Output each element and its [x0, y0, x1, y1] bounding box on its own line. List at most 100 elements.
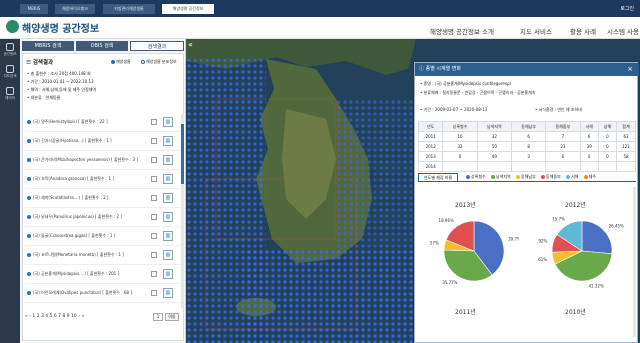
pie-title-2012: 2012년 — [565, 202, 586, 209]
chart-icon[interactable]: ▥ — [163, 231, 173, 241]
top-tab-mbris[interactable]: MBRIS — [20, 4, 48, 14]
legend-item: 서해 — [566, 174, 578, 180]
chart-icon[interactable]: ▥ — [163, 250, 173, 260]
list-item[interactable]: (국) 닭새우(Panulirus japonicus) [ 출현횟수 : 2 … — [25, 209, 181, 227]
info-area: • 해역 : 서해,남해,동해 및 제주 인접해역 — [27, 87, 97, 92]
checkbox[interactable] — [151, 271, 157, 277]
legend-swatch — [566, 175, 571, 179]
checkbox[interactable] — [151, 195, 157, 201]
top-tab-spatial[interactable]: 해양생명 공간정보 — [162, 4, 214, 14]
pie-data-label: 35.77% — [442, 280, 457, 285]
list-item[interactable]: (국) 공분홍게(Mysidopsis... ) [ 출현횟수 : 201 ] ▥ — [25, 266, 181, 284]
chart-icon[interactable]: ▥ — [163, 136, 173, 146]
pie-data-label: 5.57% — [429, 241, 439, 246]
close-icon[interactable]: × — [627, 63, 633, 76]
list-item[interactable]: (국) 긴가시참굴(Hyotissa...) [ 출현횟수 : 1 ] ▥ — [25, 133, 181, 151]
bullet-icon — [27, 215, 31, 219]
checkbox[interactable] — [151, 214, 157, 220]
checkbox[interactable] — [151, 157, 157, 163]
pie-chart-2013: 39.7% 35.77% 5.57% 18.96% — [429, 218, 519, 285]
panel-tabs: MBRIS 검색 OBIS 검색 검색결과 — [22, 41, 184, 51]
pie-data-label: 41.32% — [589, 283, 604, 288]
detail-scrollbar[interactable] — [633, 187, 636, 337]
checkbox[interactable] — [151, 138, 157, 144]
checkbox[interactable] — [151, 119, 157, 125]
gnb-system[interactable]: 시스템 사용 — [607, 26, 639, 36]
list-item[interactable]: (국) 세끼(Scutellastra... ) [ 출현횟수 : 2 ] ▥ — [25, 190, 181, 208]
login-link[interactable]: 로그인 — [620, 5, 634, 12]
bullet-icon — [27, 177, 31, 181]
table-row: 2012 32 50 8 23 39 0 121 — [417, 141, 636, 152]
legend-item: 상록형수 — [466, 174, 486, 180]
gnb-map-service[interactable]: 지도 서비스 — [520, 26, 552, 36]
table-row: 2014 — [417, 161, 636, 172]
tab-mbris-search[interactable]: MBRIS 검색 — [22, 41, 74, 51]
detail-habitat: • 서식환경 : 연안 해 조하대 — [535, 107, 582, 112]
search-icon — [6, 65, 14, 73]
tab-yearly-ratio[interactable]: 연도별 채집 비율 — [418, 173, 458, 182]
detail-species: • 종명 : (국) 공분홍게(Mysidopsis cuntilegeresp… — [420, 81, 512, 86]
list-item[interactable]: (국) 꼬막(Anadara granosa) [ 출현횟수 : 1 ] ▥ — [25, 171, 181, 189]
yearly-table: 년도 상록형수 남색지역 동해남부 동해중부 서해 남해 합계 2011 10 32 6 7 6 0 63 … — [417, 121, 636, 172]
pie-title-2010: 2010년 — [565, 309, 586, 316]
leftbar-layer[interactable]: 레이어 — [1, 84, 19, 105]
leftbar-spatial[interactable]: 공간정보 — [1, 40, 19, 61]
chart-icon[interactable]: ▥ — [163, 212, 173, 222]
top-bar — [0, 0, 640, 17]
chart-icon[interactable]: ▥ — [163, 193, 173, 203]
logo-icon — [6, 20, 19, 33]
radio-marine[interactable]: 해양생물 — [111, 59, 131, 65]
top-tab-biobank[interactable]: 해양바이오뱅크 — [55, 4, 95, 14]
legend-item: 제주 — [583, 174, 596, 180]
checkbox[interactable] — [151, 176, 157, 182]
collapse-panel-icon[interactable]: « — [188, 41, 194, 49]
legend-swatch — [491, 175, 496, 179]
bullet-icon — [27, 272, 31, 276]
layers-icon — [6, 87, 14, 95]
checkbox[interactable] — [151, 252, 157, 258]
gnb-about[interactable]: 해양생명 공간정보 소개 — [430, 26, 494, 36]
search-panel: MBRIS 검색 OBIS 검색 검색결과 ☰ 검색결과 해양생물 해양생물 분… — [20, 39, 186, 343]
list-item[interactable]: (국) 큰가리비(Mizuhopecten yessoensis) [ 출현횟수… — [25, 152, 181, 170]
chart-tabs: 연도별 채집 비율 상록형수 남색지역 동해남부 동해중부 서해 제주 — [418, 173, 636, 182]
species-list: (국) 명주(Hemistylosis) [ 출현횟수 : 22 ] ▥ (국) … — [25, 114, 181, 308]
tab-obis-search[interactable]: OBIS 검색 — [76, 41, 128, 51]
legend-swatch — [583, 175, 588, 179]
list-item[interactable]: (국) 돌굴(Crassostrea gigas) [ 출현횟수 : 1 ] ▥ — [25, 228, 181, 246]
legend-swatch — [466, 175, 470, 179]
bullet-icon — [27, 253, 31, 257]
logo-title[interactable]: 해양생명 공간정보 — [22, 20, 99, 35]
list-item[interactable]: (국) 어린모래게(Ovalipes punctatus) [ 출현횟수 : 6… — [25, 285, 181, 303]
gnb-use-cases[interactable]: 활용 사례 — [570, 26, 596, 36]
pie-data-label: 39.7% — [508, 237, 519, 242]
radio-distribution[interactable]: 해양생물 분포정보 — [141, 59, 177, 65]
chart-icon[interactable]: ▥ — [163, 117, 173, 127]
chart-icon[interactable]: ▥ — [163, 155, 173, 165]
detail-taxonomy: • 분류체계 : 절지동물문 - 연갑강 - 곤쟁이목 - 곤쟁이과 - 공분홍… — [420, 90, 536, 95]
chart-legend: 상록형수 남색지역 동해남부 동해중부 서해 제주 — [466, 174, 600, 180]
top-tab-regional[interactable]: 지방관리해양생물 — [103, 4, 155, 14]
chart-icon[interactable]: ▥ — [163, 174, 173, 184]
bullet-icon — [27, 158, 31, 162]
checkbox[interactable] — [151, 290, 157, 296]
detail-header: ⓘ 종별 시계열 변화 — [415, 63, 639, 76]
legend-swatch — [516, 175, 521, 179]
chart-icon[interactable]: ▥ — [163, 269, 173, 279]
legend-item: 동해남부 — [516, 174, 536, 180]
tab-search-results[interactable]: 검색결과 — [130, 41, 184, 51]
list-item[interactable]: (국) 코르나필(Monetaria moneta) [ 출현횟수 : 1 ] ▥ — [25, 247, 181, 265]
radio-dot-icon — [111, 60, 115, 64]
pie-chart-2012: 26.45% 41.32% 6.61% 9.92% 15.7% — [537, 216, 624, 288]
info-class: • 대분류 : 연체동물 — [27, 95, 61, 100]
detail-period: • 기간 : 2009-03-07 ~ 2020-08-13 — [420, 107, 488, 112]
leftbar-search[interactable]: 지도검색 — [1, 62, 19, 83]
legend-swatch — [541, 175, 546, 179]
table-header-row: 년도 상록형수 남색지역 동해남부 동해중부 서해 남해 합계 — [417, 121, 636, 132]
chart-icon[interactable]: ▥ — [163, 288, 173, 298]
scrollbar-thumb[interactable] — [181, 124, 184, 184]
list-scrollbar[interactable] — [181, 114, 184, 308]
checkbox[interactable] — [151, 233, 157, 239]
list-item[interactable]: (국) 명주(Hemistylosis) [ 출현횟수 : 22 ] ▥ — [25, 114, 181, 132]
page-go-button[interactable]: 이동 — [165, 313, 179, 321]
page-input[interactable]: 1 — [153, 313, 163, 321]
